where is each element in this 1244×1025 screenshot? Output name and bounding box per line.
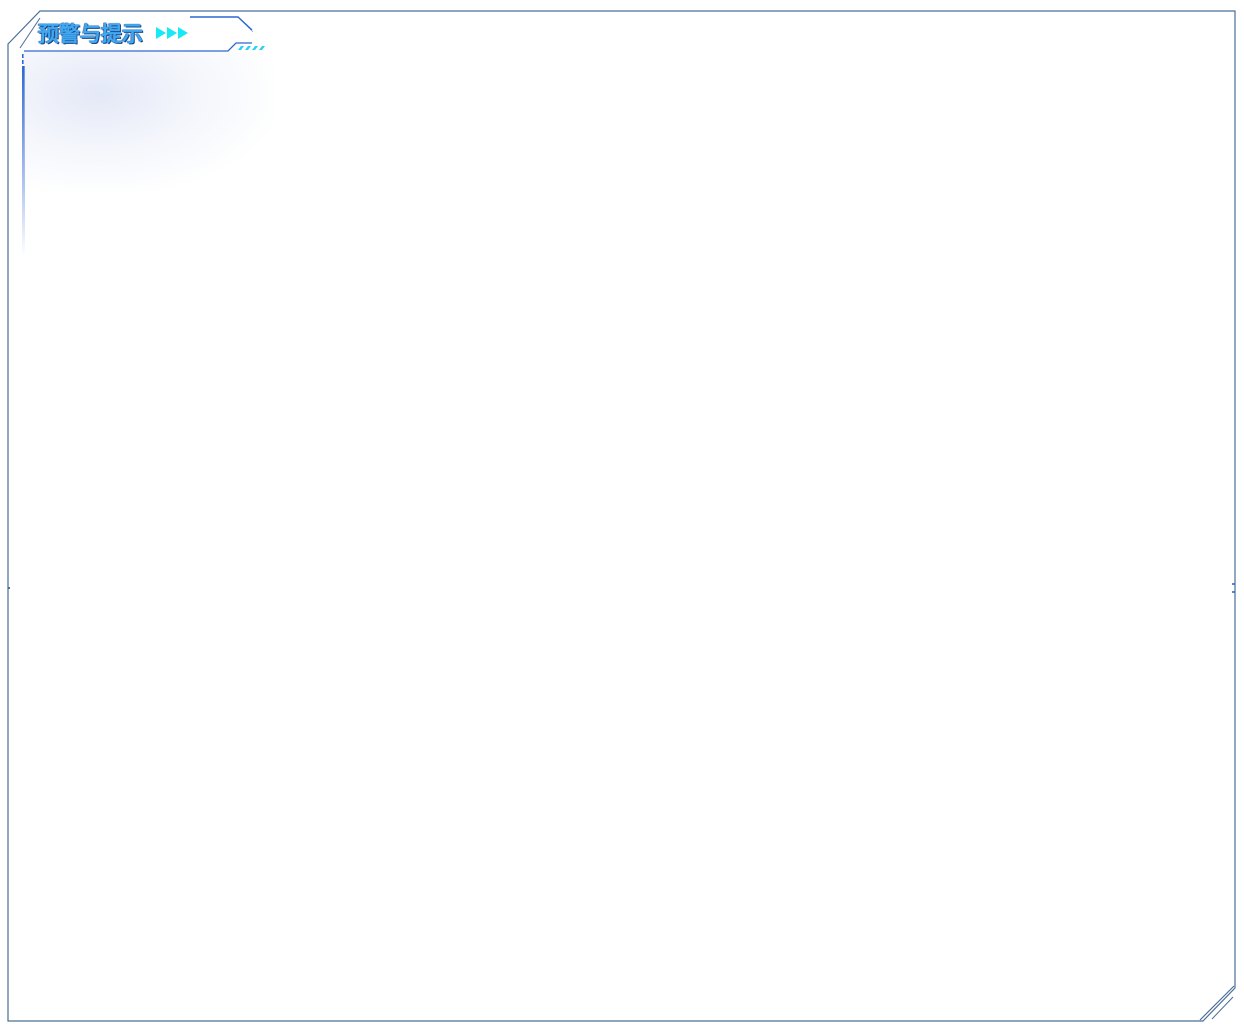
warning-panel: 预警与提示 [0,0,1244,1025]
triple-chevron-right-icon [156,27,188,39]
panel-content [24,60,1220,1010]
header-stripes [238,46,265,50]
panel-title: 预警与提示 [38,22,143,46]
